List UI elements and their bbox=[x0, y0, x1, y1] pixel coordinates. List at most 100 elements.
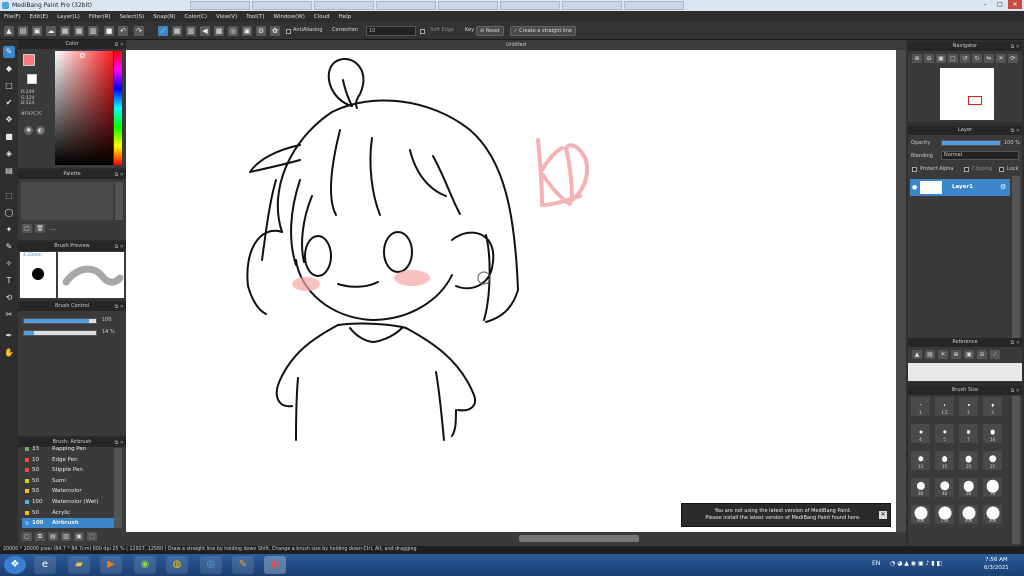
brush-size-cell[interactable]: 7 bbox=[958, 423, 979, 444]
lasso-icon[interactable]: ◯ bbox=[3, 207, 15, 219]
menu-item[interactable]: Edit(E) bbox=[30, 14, 48, 20]
ref-zoom-in-icon[interactable]: ⊕ bbox=[951, 350, 961, 359]
snap-curve-icon[interactable]: ▣ bbox=[242, 26, 252, 36]
brush-list-scrollbar[interactable] bbox=[114, 448, 122, 528]
brush-size-cell[interactable]: 150 bbox=[934, 504, 955, 525]
zoom-out-icon[interactable]: ⊖ bbox=[924, 54, 934, 63]
brush-size-cell[interactable]: 200 bbox=[958, 504, 979, 525]
brush-size-cell[interactable]: 3 bbox=[982, 396, 1003, 417]
brush-opacity-slider[interactable] bbox=[23, 330, 97, 336]
navigator-thumbnail[interactable] bbox=[940, 68, 994, 120]
zoom-in-icon[interactable]: ⊕ bbox=[912, 54, 922, 63]
eye-icon[interactable]: ● bbox=[912, 184, 917, 191]
brush-size-cell[interactable]: 30 bbox=[910, 477, 931, 498]
menu-item[interactable]: Help bbox=[339, 14, 352, 20]
ref-fit-icon[interactable]: ▣ bbox=[964, 350, 974, 359]
medibang-taskbar-icon[interactable]: ◐ bbox=[264, 556, 286, 574]
ref-folder-icon[interactable]: ▤ bbox=[925, 350, 935, 359]
brush-size-cell[interactable]: 2 bbox=[958, 396, 979, 417]
divide-tool-icon[interactable]: ✂ bbox=[3, 309, 15, 321]
brush-list-item[interactable]: 50 Acrylic bbox=[22, 508, 114, 519]
brush-size-cell[interactable]: 70 bbox=[982, 477, 1003, 498]
brush-size-cell[interactable]: 10 bbox=[982, 423, 1003, 444]
brush-size-cell[interactable]: 13 bbox=[910, 450, 931, 471]
open-icon[interactable]: ▤ bbox=[18, 26, 28, 36]
move-tool-icon[interactable]: ✥ bbox=[3, 114, 15, 126]
explorer-icon[interactable]: ▰ bbox=[68, 556, 90, 574]
ref-zoom-out-icon[interactable]: ⊖ bbox=[977, 350, 987, 359]
select-pen-icon[interactable]: ✎ bbox=[3, 241, 15, 253]
brush-size-slider[interactable] bbox=[23, 318, 97, 324]
dot-tool-icon[interactable]: □ bbox=[3, 80, 15, 92]
lock-checkbox[interactable] bbox=[999, 167, 1004, 172]
layer-row[interactable]: ● Layer1 ⚙ bbox=[910, 179, 1010, 196]
snap-settings-icon[interactable]: ⚙ bbox=[256, 26, 266, 36]
fit-icon[interactable]: ▣ bbox=[936, 54, 946, 63]
drawing-canvas[interactable] bbox=[126, 50, 896, 532]
ref-open-icon[interactable]: ▲ bbox=[912, 350, 922, 359]
app-icon-green[interactable]: ◉ bbox=[134, 556, 156, 574]
start-button[interactable]: ❖ bbox=[4, 556, 26, 574]
operation-tool-icon[interactable]: ⟲ bbox=[3, 292, 15, 304]
paint-icon[interactable]: ✎ bbox=[232, 556, 254, 574]
background-color-swatch[interactable] bbox=[27, 74, 37, 84]
palette-delete-icon[interactable]: 🗑 bbox=[35, 224, 45, 233]
eraser-tool-icon[interactable]: ◆ bbox=[3, 63, 15, 75]
brush-list-item[interactable]: 50 Sumi bbox=[22, 476, 114, 487]
brush-add-icon[interactable]: ▢ bbox=[22, 532, 32, 541]
document-tab[interactable]: Untitled bbox=[126, 40, 906, 50]
bucket-tool-icon[interactable]: ◈ bbox=[3, 148, 15, 160]
maximize-button[interactable]: □ bbox=[993, 0, 1007, 9]
select-tool-icon[interactable]: ✔ bbox=[3, 97, 15, 109]
snap-cross-icon[interactable]: ▥ bbox=[186, 26, 196, 36]
update-notification[interactable]: You are not using the latest version of … bbox=[681, 503, 891, 527]
menu-item[interactable]: Window(W) bbox=[273, 14, 304, 20]
cloud-icon[interactable]: ☁ bbox=[46, 26, 56, 36]
protect-alpha-checkbox[interactable] bbox=[912, 167, 917, 172]
zalo-icon[interactable]: ◎ bbox=[200, 556, 222, 574]
color-wheel-icon[interactable]: ✺ bbox=[24, 126, 33, 135]
canvas-horizontal-scrollbar[interactable] bbox=[126, 532, 906, 546]
close-button[interactable]: ✕ bbox=[1008, 0, 1022, 9]
snap-vanishing-icon[interactable]: ◀ bbox=[200, 26, 210, 36]
brush-list-item[interactable]: 10 Edge Pen bbox=[22, 455, 114, 466]
notification-close-button[interactable]: ✕ bbox=[879, 511, 887, 519]
brush-size-cell[interactable]: 100 bbox=[910, 504, 931, 525]
flip-icon[interactable]: ⇋ bbox=[984, 54, 994, 63]
brush-copy-icon[interactable]: ⧉ bbox=[35, 532, 45, 541]
layer-settings-icon[interactable]: ⚙ bbox=[1000, 183, 1006, 191]
ref-close-icon[interactable]: ✕ bbox=[938, 350, 948, 359]
brush-delete-icon[interactable]: ▤ bbox=[48, 532, 58, 541]
brush-list-item[interactable]: 100 Watercolor (Wet) bbox=[22, 497, 114, 508]
palette-more-icon[interactable]: … bbox=[48, 224, 58, 233]
brush-size-cell[interactable]: 5 bbox=[934, 423, 955, 444]
brush-size-cell[interactable]: 300 bbox=[982, 504, 1003, 525]
eyedropper-icon[interactable]: ✒ bbox=[3, 330, 15, 342]
snap-parallel-icon[interactable]: ▦ bbox=[172, 26, 182, 36]
layer-icon[interactable]: ▦ bbox=[60, 26, 70, 36]
reset-button[interactable]: ⊘ Reset bbox=[476, 26, 504, 36]
snap-circle-icon[interactable]: ◎ bbox=[228, 26, 238, 36]
brush-size-cell[interactable]: 50 bbox=[958, 477, 979, 498]
hand-tool-icon[interactable]: ✋ bbox=[3, 347, 15, 359]
soft-edge-checkbox[interactable] bbox=[420, 29, 425, 34]
actual-size-icon[interactable]: ▢ bbox=[948, 54, 958, 63]
undo-icon[interactable]: ↶ bbox=[118, 26, 128, 36]
straight-line-button[interactable]: ⟋ Create a straight line bbox=[510, 26, 576, 36]
brush-list-item[interactable]: 50 Watercolor bbox=[22, 486, 114, 497]
brush-size-cell[interactable]: 25 bbox=[982, 450, 1003, 471]
magic-wand-icon[interactable]: ✦ bbox=[3, 224, 15, 236]
brush-size-cell[interactable]: 4 bbox=[910, 423, 931, 444]
brush-size-scrollbar[interactable] bbox=[1012, 396, 1020, 544]
snap-off-icon[interactable]: ⟋ bbox=[158, 26, 168, 36]
menu-item[interactable]: View(V) bbox=[216, 14, 237, 20]
media-player-icon[interactable]: ▶ bbox=[100, 556, 122, 574]
brush-settings-icon[interactable]: ▣ bbox=[74, 532, 84, 541]
ie-icon[interactable]: e bbox=[34, 556, 56, 574]
menu-item[interactable]: Filter(R) bbox=[89, 14, 111, 20]
palette-swatches[interactable] bbox=[21, 182, 113, 220]
brush-list-item[interactable]: 50 Stipple Pen bbox=[22, 465, 114, 476]
antialias-checkbox[interactable] bbox=[286, 29, 291, 34]
chrome-icon[interactable]: ◍ bbox=[166, 556, 188, 574]
text-tool-icon[interactable]: T bbox=[3, 275, 15, 287]
